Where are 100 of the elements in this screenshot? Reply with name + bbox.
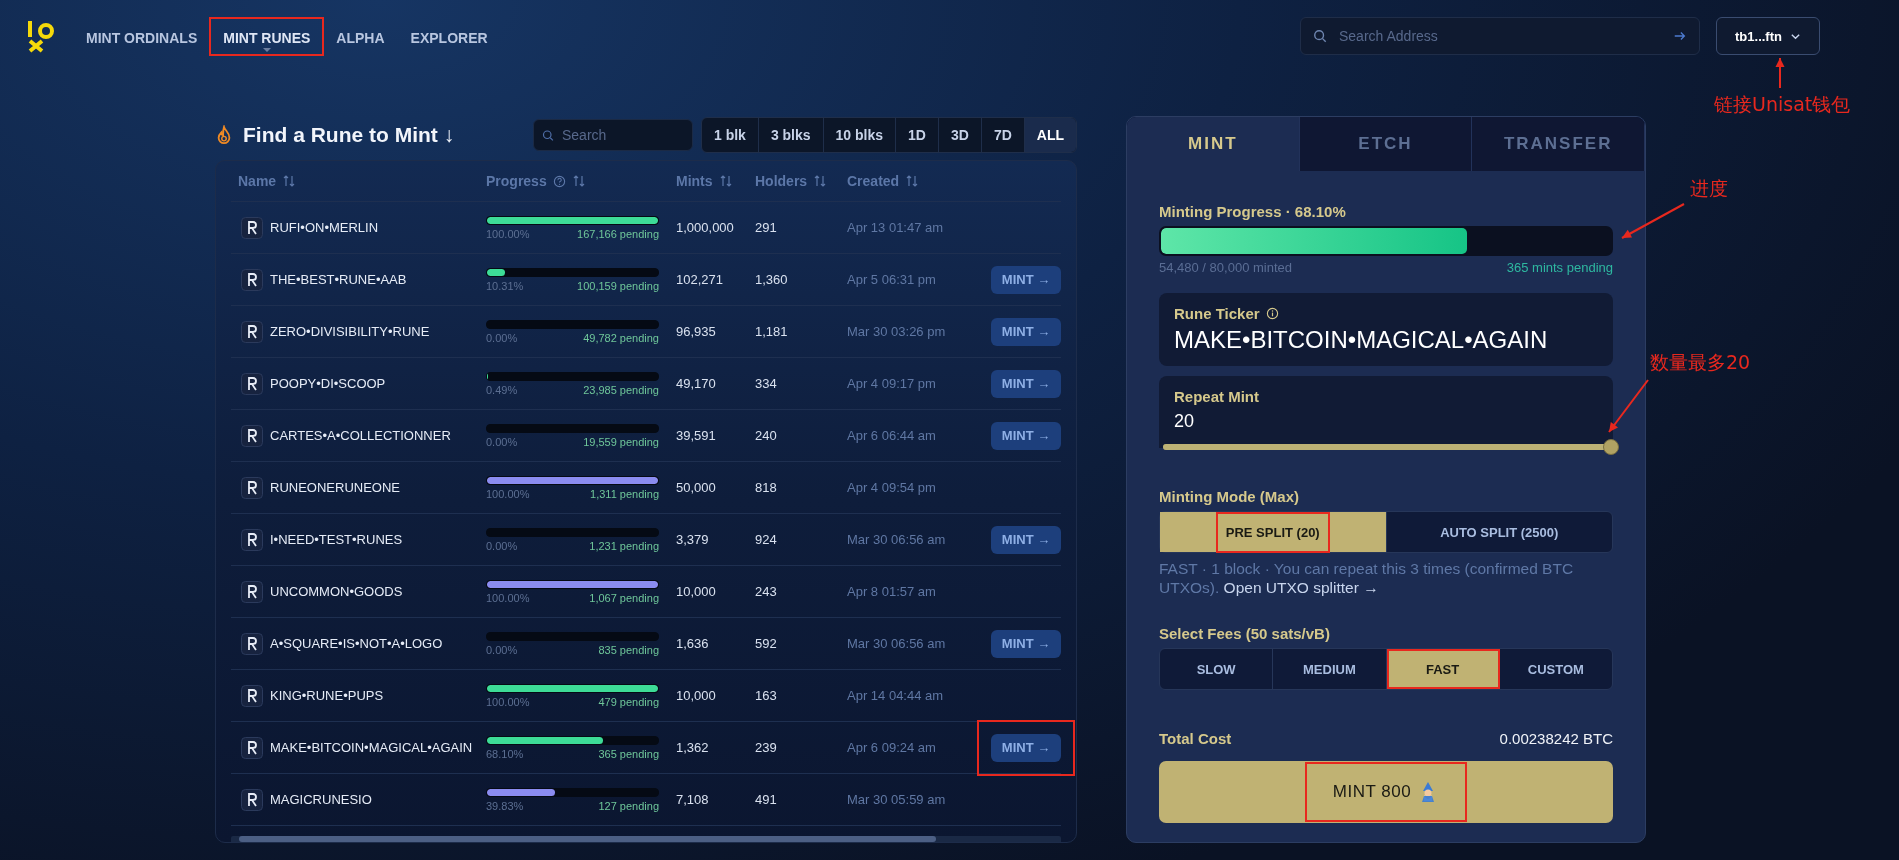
mint-button[interactable]: MINT →	[991, 629, 1061, 658]
nav-link[interactable]: ALPHA	[336, 24, 385, 56]
nav-link[interactable]: MINT ORDINALS	[86, 24, 198, 56]
field-label: Repeat Mint	[1174, 388, 1260, 405]
table-cell-text: 96,935	[676, 324, 717, 339]
filter-tab[interactable]: 1D	[896, 118, 939, 152]
button-label: MINT 800	[1332, 782, 1412, 802]
filter-tab[interactable]: 7D	[981, 118, 1025, 152]
mint-button[interactable]: MINT →	[991, 421, 1061, 450]
rune-name[interactable]: ZERO•DIVISIBILITY•RUNE	[270, 322, 475, 341]
tab[interactable]: MINT	[1127, 117, 1300, 171]
search-icon	[541, 128, 554, 142]
nav-link[interactable]: MINT RUNES	[223, 24, 311, 56]
table-cell-text: Mar 30 03:26 pm	[847, 324, 947, 339]
rune-logo-icon	[241, 736, 263, 759]
search-input[interactable]: Search	[559, 126, 684, 144]
annotation-frame: PRE SPLIT (20)	[1215, 511, 1330, 553]
search-field[interactable]: Search Address	[1300, 17, 1700, 55]
progress-percent: 10.31%	[486, 279, 524, 292]
mint-button[interactable]: MINT →	[991, 265, 1061, 294]
rune-name[interactable]: KING•RUNE•PUPS	[270, 686, 475, 705]
search-input[interactable]: Search Address	[1337, 27, 1663, 45]
pending-count: 835 pending	[598, 643, 659, 656]
progress-percent: 0.00%	[486, 539, 518, 552]
pending-count: 365 mints pending	[1506, 260, 1613, 275]
table-cell-text: Mar 30 06:56 am	[847, 532, 947, 547]
rune-name[interactable]: THE•BEST•RUNE•AAB	[270, 270, 475, 289]
table-cell-text: Apr 4 09:17 pm	[847, 376, 937, 391]
rune-name[interactable]: RUFI•ON•MERLIN	[270, 218, 475, 237]
sort-icon[interactable]	[282, 174, 297, 188]
pending-count: 1,067 pending	[589, 591, 659, 604]
filter-tab[interactable]: 3 blks	[758, 118, 824, 152]
table-cell-text: Apr 6 06:44 am	[847, 428, 937, 443]
table-cell-text: 50,000	[676, 480, 717, 495]
mint-button[interactable]: MINT →	[991, 369, 1061, 398]
filter-tab[interactable]: 3D	[938, 118, 982, 152]
ticker-field[interactable]: Rune Ticker MAKE•BITCOIN•MAGICAL•AGAIN	[1159, 293, 1613, 366]
sort-icon[interactable]	[813, 174, 828, 188]
table-cell-text: Mar 30 06:56 am	[847, 636, 947, 651]
rune-name[interactable]: POOPY•DI•SCOOP	[270, 374, 475, 393]
rune-name[interactable]: UNCOMMON•GOODS	[270, 582, 475, 601]
mint-button[interactable]: MINT →	[991, 525, 1061, 554]
table-cell-text: Apr 5 06:31 pm	[847, 272, 937, 287]
table-cell-text: 1,636	[676, 636, 710, 651]
rune-name[interactable]: A•SQUARE•IS•NOT•A•LOGO	[270, 634, 475, 653]
progress-percent: 68.10%	[486, 747, 524, 760]
flame-icon	[215, 125, 233, 145]
mint-button[interactable]: MINT 800	[1159, 761, 1613, 823]
search-icon	[1313, 29, 1327, 43]
arrow-right-icon[interactable]	[1673, 29, 1687, 43]
filter-tab[interactable]: ALL	[1024, 118, 1076, 152]
wallet-button[interactable]: tb1...ftn	[1716, 17, 1820, 55]
fee-option[interactable]: SLOW	[1160, 649, 1274, 689]
table-cell-text: Apr 4 09:54 pm	[847, 480, 937, 495]
pending-count: 127 pending	[598, 799, 659, 812]
total-value: 0.00238242 BTC	[1499, 730, 1613, 747]
table-cell-text: 491	[755, 792, 778, 807]
rune-name[interactable]: MAGICRUNESIO	[270, 790, 475, 809]
rune-name[interactable]: RUNEONERUNEONE	[270, 478, 475, 497]
table-cell-text: Apr 6 09:24 am	[847, 740, 937, 755]
table-cell-text: 1,360	[755, 272, 789, 287]
table-cell-text: 10,000	[676, 688, 717, 703]
table-cell-text: 1,362	[676, 740, 710, 755]
repeat-value: 20	[1174, 411, 1196, 432]
table-cell-text: Apr 13 01:47 am	[847, 220, 945, 235]
annotation-text: 进度	[1690, 176, 1728, 201]
sort-icon[interactable]	[718, 174, 733, 188]
sort-icon[interactable]	[905, 174, 920, 188]
logo-icon[interactable]	[26, 19, 56, 53]
pending-count: 23,985 pending	[583, 383, 659, 396]
info-icon	[1265, 307, 1279, 320]
table-cell-text: 239	[755, 740, 778, 755]
fee-option[interactable]: CUSTOM	[1499, 649, 1612, 689]
splitter-link[interactable]: Open UTXO splitter →	[1223, 579, 1379, 596]
option-label: AUTO SPLIT (2500)	[1439, 523, 1560, 542]
progress-percent: 39.83%	[486, 799, 524, 812]
filter-tab[interactable]: 10 blks	[823, 118, 897, 152]
sort-icon[interactable]	[571, 174, 586, 188]
repeat-mint-field[interactable]: Repeat Mint 20	[1159, 376, 1613, 448]
mint-button[interactable]: MINT →	[991, 317, 1061, 346]
mint-button[interactable]: MINT →	[991, 733, 1061, 762]
nav-link[interactable]: EXPLORER	[410, 24, 488, 56]
search-field[interactable]: Search	[532, 119, 693, 151]
mode-option[interactable]: AUTO SPLIT (2500)	[1386, 512, 1612, 552]
minted-count: 54,480 / 80,000 minted	[1159, 260, 1292, 275]
fee-option[interactable]: FAST	[1386, 649, 1500, 689]
rune-name[interactable]: I•NEED•TEST•RUNES	[270, 530, 475, 549]
field-label: Minting Mode (Max)	[1159, 488, 1300, 505]
rune-logo-icon	[241, 372, 263, 395]
table-cell-text: 10,000	[676, 584, 717, 599]
mode-option[interactable]: PRE SPLIT (20)	[1160, 512, 1387, 552]
rune-name[interactable]: CARTES•A•COLLECTIONNER	[270, 426, 475, 445]
progress-percent: 0.00%	[486, 643, 518, 656]
rune-logo-icon	[241, 476, 263, 499]
rune-logo-icon	[241, 424, 263, 447]
section-title: Find a Rune to Mint ↓	[243, 123, 455, 147]
annotation-text: 链接Unisat钱包	[1714, 92, 1851, 117]
fee-option[interactable]: MEDIUM	[1273, 649, 1387, 689]
filter-tab[interactable]: 1 blk	[701, 118, 759, 152]
rune-name[interactable]: MAKE•BITCOIN•MAGICAL•AGAIN	[270, 738, 475, 757]
